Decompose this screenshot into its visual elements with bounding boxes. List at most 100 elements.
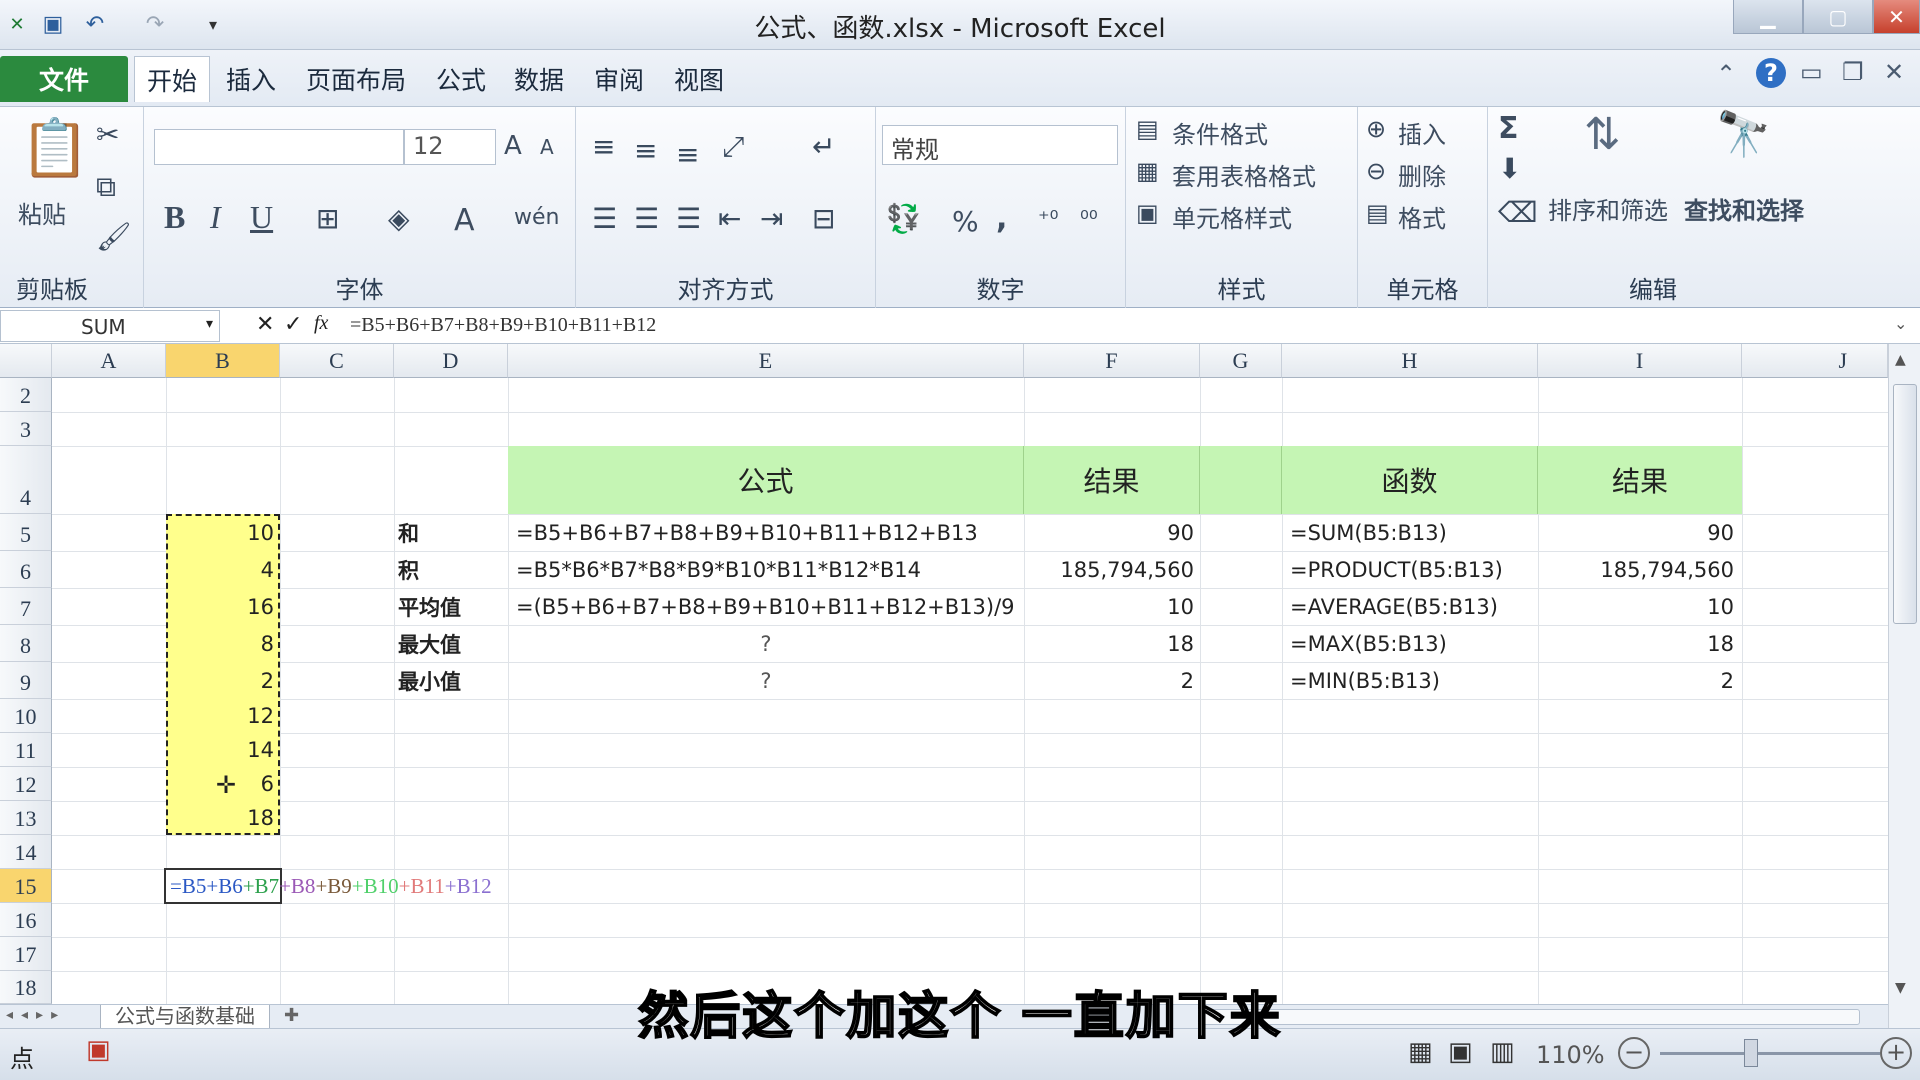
- column-header-d[interactable]: D: [394, 344, 508, 378]
- fill-color-icon[interactable]: ◈: [388, 205, 410, 233]
- row-header-11[interactable]: 11: [0, 733, 52, 767]
- paste-icon[interactable]: 📋: [20, 121, 90, 177]
- row-header-10[interactable]: 10: [0, 699, 52, 733]
- row-header-12[interactable]: 12: [0, 767, 52, 801]
- vertical-scrollbar[interactable]: ▲ ▼: [1888, 344, 1920, 1028]
- scroll-thumb[interactable]: [1893, 384, 1917, 624]
- cell-b10[interactable]: 12: [166, 699, 280, 733]
- label-product[interactable]: 积: [398, 551, 508, 588]
- help-icon[interactable]: ?: [1756, 58, 1786, 88]
- cell-b6[interactable]: 4: [166, 551, 280, 588]
- autosum-button[interactable]: Σ: [1498, 111, 1519, 146]
- tab-insert[interactable]: 插入: [218, 56, 284, 102]
- cell-b11[interactable]: 14: [166, 733, 280, 767]
- function-average[interactable]: =AVERAGE(B5:B13): [1290, 588, 1538, 625]
- minimize-button[interactable]: ▁: [1733, 0, 1803, 34]
- tab-page-layout[interactable]: 页面布局: [296, 56, 416, 102]
- b15-formula-text[interactable]: =B5 +B6 +B7 +B8 +B9 +B10 +B11 +B12: [170, 869, 492, 903]
- cell-b5[interactable]: 10: [166, 514, 280, 551]
- close-button[interactable]: ✕: [1873, 0, 1920, 34]
- increase-indent-icon[interactable]: ⇥: [760, 205, 783, 233]
- phonetic-button[interactable]: wén: [514, 205, 559, 230]
- doc-close-icon[interactable]: ✕: [1884, 58, 1904, 86]
- formula-max[interactable]: ?: [508, 625, 1024, 662]
- collapse-ribbon-icon[interactable]: ⌃: [1716, 60, 1736, 88]
- tab-file[interactable]: 文件: [0, 56, 128, 102]
- insert-function-button[interactable]: fx: [314, 312, 328, 335]
- cell-b13[interactable]: 18: [166, 801, 280, 835]
- enter-button[interactable]: ✓: [284, 312, 302, 337]
- expand-formula-icon[interactable]: ⌄: [1894, 314, 1907, 333]
- function-max[interactable]: =MAX(B5:B13): [1290, 625, 1538, 662]
- row-header-7[interactable]: 7: [0, 588, 52, 625]
- delete-cells-button[interactable]: 删除: [1398, 157, 1446, 192]
- font-size-box[interactable]: 12: [404, 129, 496, 165]
- formula-sum[interactable]: =B5+B6+B7+B8+B9+B10+B11+B12+B13: [516, 514, 1024, 551]
- row-header-5[interactable]: 5: [0, 514, 52, 551]
- row-header-13[interactable]: 13: [0, 801, 52, 835]
- function-result-product[interactable]: 185,794,560: [1538, 551, 1734, 588]
- row-header-4[interactable]: 4: [0, 446, 52, 514]
- align-bottom-icon[interactable]: ≡: [676, 141, 699, 169]
- border-icon[interactable]: ⊞: [316, 205, 339, 233]
- header-result-f[interactable]: 结果: [1024, 446, 1200, 514]
- column-header-c[interactable]: C: [280, 344, 394, 378]
- insert-cells-button[interactable]: 插入: [1398, 115, 1446, 150]
- zoom-slider-track[interactable]: [1660, 1052, 1880, 1055]
- clear-icon[interactable]: ⌫: [1498, 199, 1538, 227]
- row-header-9[interactable]: 9: [0, 662, 52, 699]
- row-header-2[interactable]: 2: [0, 378, 52, 412]
- tab-formulas[interactable]: 公式: [428, 56, 494, 102]
- align-top-icon[interactable]: ≡: [592, 133, 615, 161]
- fill-icon[interactable]: ⬇: [1498, 155, 1521, 183]
- tab-data[interactable]: 数据: [506, 56, 572, 102]
- find-select-button[interactable]: 查找和选择: [1684, 191, 1804, 226]
- column-header-j[interactable]: J: [1742, 344, 1888, 378]
- format-cells-button[interactable]: 格式: [1398, 199, 1446, 234]
- scroll-up-icon[interactable]: ▲: [1895, 352, 1906, 368]
- restore-button[interactable]: ▢: [1803, 0, 1873, 34]
- label-sum[interactable]: 和: [398, 514, 508, 551]
- font-name-box[interactable]: [154, 129, 404, 165]
- header-function[interactable]: 函数: [1282, 446, 1538, 514]
- wrap-text-icon[interactable]: ↵: [812, 133, 835, 161]
- label-average[interactable]: 平均值: [398, 588, 508, 625]
- worksheet-grid[interactable]: A B C D E F G H I J 2 3 4 5 6 7 8 9 10 1…: [0, 344, 1888, 1004]
- tab-view[interactable]: 视图: [666, 56, 732, 102]
- align-left-icon[interactable]: ☰: [592, 205, 617, 233]
- align-center-icon[interactable]: ☰: [634, 205, 659, 233]
- cell-b8[interactable]: 8: [166, 625, 280, 662]
- paste-button[interactable]: 粘贴: [18, 195, 66, 230]
- function-min[interactable]: =MIN(B5:B13): [1290, 662, 1538, 699]
- cell-b7[interactable]: 16: [166, 588, 280, 625]
- align-middle-icon[interactable]: ≡: [634, 137, 657, 165]
- column-header-e[interactable]: E: [508, 344, 1024, 378]
- select-all-corner[interactable]: [0, 344, 52, 378]
- row-header-17[interactable]: 17: [0, 937, 52, 971]
- currency-icon[interactable]: 💱: [886, 205, 921, 233]
- label-max[interactable]: 最大值: [398, 625, 508, 662]
- row-header-6[interactable]: 6: [0, 551, 52, 588]
- percent-button[interactable]: %: [952, 205, 979, 238]
- formula-min[interactable]: ?: [508, 662, 1024, 699]
- tab-review[interactable]: 审阅: [586, 56, 652, 102]
- cut-icon[interactable]: ✂: [96, 121, 119, 149]
- result-average[interactable]: 10: [1024, 588, 1194, 625]
- row-header-15[interactable]: 15: [0, 869, 52, 903]
- increase-decimal-icon[interactable]: ⁺⁰: [1038, 209, 1058, 231]
- result-min[interactable]: 2: [1024, 662, 1194, 699]
- column-header-i[interactable]: I: [1538, 344, 1742, 378]
- row-header-16[interactable]: 16: [0, 903, 52, 937]
- align-right-icon[interactable]: ☰: [676, 205, 701, 233]
- doc-restore-icon[interactable]: ❐: [1842, 58, 1864, 86]
- formula-product[interactable]: =B5*B6*B7*B8*B9*B10*B11*B12*B14: [516, 551, 1024, 588]
- format-as-table-button[interactable]: 套用表格格式: [1172, 157, 1316, 192]
- header-blank-g[interactable]: [1200, 446, 1282, 514]
- formula-input[interactable]: =B5+B6+B7+B8+B9+B10+B11+B12: [350, 314, 656, 337]
- orientation-icon[interactable]: ⤢: [722, 133, 744, 161]
- tab-home[interactable]: 开始: [134, 56, 210, 102]
- column-header-a[interactable]: A: [52, 344, 166, 378]
- row-header-3[interactable]: 3: [0, 412, 52, 446]
- result-sum[interactable]: 90: [1024, 514, 1194, 551]
- name-box-dropdown-icon[interactable]: ▾: [206, 316, 213, 332]
